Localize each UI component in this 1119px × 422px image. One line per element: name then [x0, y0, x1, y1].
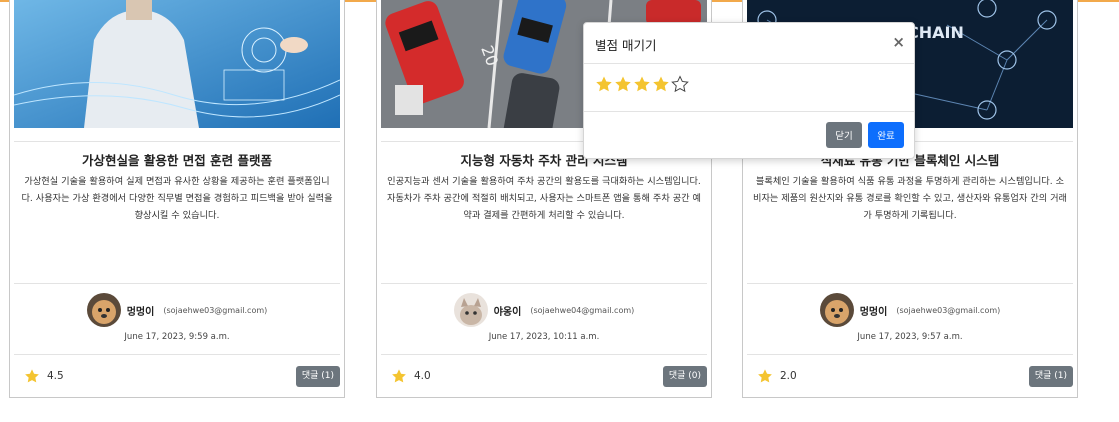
confirm-button[interactable]: 완료	[868, 122, 904, 148]
post-date: June 17, 2023, 9:57 a.m.	[857, 332, 963, 342]
project-card-1: 가상현실을 활용한 면접 훈련 플랫폼 가상현실 기술을 활용하여 실제 면접과…	[9, 0, 345, 398]
star-filled-icon[interactable]	[633, 75, 651, 93]
author-info: 멍멍이 (sojaehwe03@gmail.com)	[743, 292, 1077, 328]
divider	[381, 283, 707, 284]
author-email: (sojaehwe03@gmail.com)	[896, 305, 1001, 315]
author-name: 야옹이	[493, 306, 522, 318]
star-rating-input[interactable]	[595, 75, 689, 93]
card-image-vr[interactable]	[14, 0, 340, 128]
divider	[584, 63, 914, 64]
card-description: 블록체인 기술을 활용하여 식품 유통 과정을 투명하게 관리하는 시스템입니다…	[753, 176, 1067, 221]
avatar	[453, 293, 488, 327]
star-filled-icon[interactable]	[652, 75, 670, 93]
divider	[381, 354, 707, 355]
rating: 2.0	[757, 368, 797, 384]
rating-value: 4.0	[414, 370, 431, 382]
comments-button[interactable]: 댓글 (1)	[295, 366, 340, 387]
star-icon	[25, 369, 39, 383]
star-filled-icon[interactable]	[614, 75, 632, 93]
star-empty-icon[interactable]	[671, 75, 689, 93]
star-filled-icon[interactable]	[595, 75, 613, 93]
divider	[14, 354, 340, 355]
card-description: 가상현실 기술을 활용하여 실제 면접과 유사한 상황을 제공하는 훈련 플랫폼…	[21, 176, 333, 221]
post-date: June 17, 2023, 9:59 a.m.	[124, 332, 230, 342]
author-email: (sojaehwe04@gmail.com)	[530, 305, 635, 315]
author-name: 멍멍이	[859, 306, 888, 318]
divider	[14, 141, 340, 142]
comments-button[interactable]: 댓글 (1)	[1028, 366, 1073, 387]
avatar	[819, 293, 854, 327]
cancel-button[interactable]: 닫기	[826, 122, 862, 148]
avatar	[86, 293, 121, 327]
card-title[interactable]: 가상현실을 활용한 면접 훈련 플랫폼	[14, 150, 340, 169]
modal-title: 별점 매기기	[595, 38, 657, 53]
star-icon	[392, 369, 406, 383]
rating-modal: 별점 매기기 × 닫기 완료	[583, 22, 915, 159]
divider	[584, 111, 914, 112]
divider	[14, 283, 340, 284]
author-name: 멍멍이	[126, 306, 155, 318]
star-icon	[758, 369, 772, 383]
card-description: 인공지능과 센서 기술을 활용하여 주차 공간의 활용도를 극대화하는 시스템입…	[387, 176, 701, 221]
author-info: 멍멍이 (sojaehwe03@gmail.com)	[10, 292, 344, 328]
divider	[747, 354, 1073, 355]
rating-value: 4.5	[47, 370, 64, 382]
rating: 4.0	[391, 368, 431, 384]
close-icon[interactable]: ×	[892, 33, 905, 51]
post-date: June 17, 2023, 10:11 a.m.	[488, 332, 600, 342]
author-info: 야옹이 (sojaehwe04@gmail.com)	[377, 292, 711, 328]
rating: 4.5	[24, 368, 64, 384]
author-email: (sojaehwe03@gmail.com)	[163, 305, 268, 315]
comments-button[interactable]: 댓글 (0)	[662, 366, 707, 387]
image-caption: CHAIN	[907, 23, 964, 42]
divider	[747, 283, 1073, 284]
rating-value: 2.0	[780, 370, 797, 382]
